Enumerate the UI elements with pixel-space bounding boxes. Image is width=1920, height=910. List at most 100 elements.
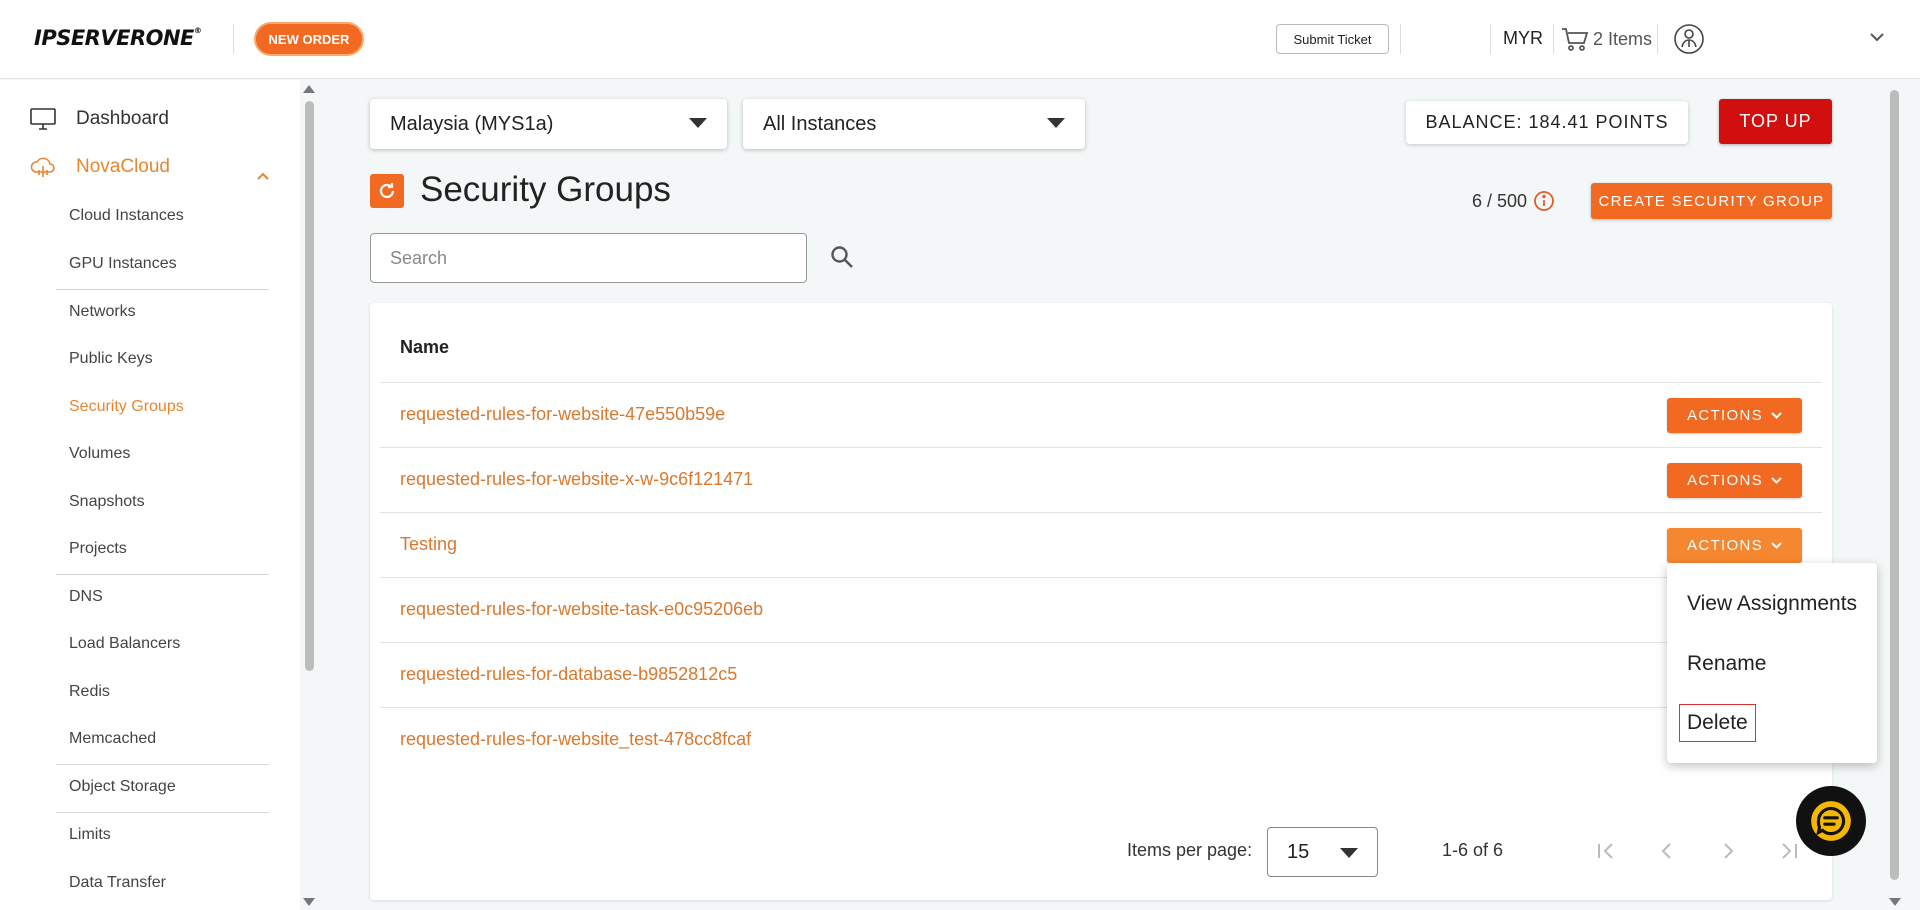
- quota-value: 6 / 500: [1472, 190, 1528, 211]
- quota-display: 6 / 500: [1472, 190, 1555, 212]
- chat-icon: [1811, 801, 1851, 841]
- items-per-page-value: 15: [1287, 840, 1310, 863]
- monitor-icon: [30, 108, 56, 130]
- sidebar-item-dashboard[interactable]: Dashboard: [30, 108, 169, 130]
- actions-label: ACTIONS: [1687, 472, 1763, 489]
- page-scroll-thumb[interactable]: [1890, 90, 1899, 880]
- row-divider: [380, 447, 1822, 448]
- sidebar-item-volumes[interactable]: Volumes: [69, 445, 130, 463]
- previous-page-icon[interactable]: [1654, 838, 1680, 864]
- caret-down-icon: [1047, 118, 1065, 128]
- sidebar: Dashboard NovaCloud Cloud Instances GPU …: [0, 80, 300, 910]
- security-group-link[interactable]: requested-rules-for-website-x-w-9c6f1214…: [400, 469, 753, 490]
- row-divider: [380, 512, 1822, 513]
- sidebar-item-snapshots[interactable]: Snapshots: [69, 493, 145, 511]
- cart-icon: [1562, 28, 1589, 51]
- security-group-link[interactable]: requested-rules-for-website-47e550b59e: [400, 404, 725, 425]
- refresh-icon: [379, 183, 395, 199]
- sidebar-item-cloud-instances[interactable]: Cloud Instances: [69, 207, 184, 225]
- actions-button[interactable]: ACTIONS: [1667, 528, 1802, 563]
- sidebar-item-label: Dashboard: [76, 108, 169, 129]
- cart-button[interactable]: 2 Items: [1561, 26, 1652, 52]
- search-icon[interactable]: [829, 244, 855, 270]
- sidebar-item-data-transfer[interactable]: Data Transfer: [69, 874, 166, 892]
- sidebar-divider: [56, 574, 269, 575]
- cart-label: 2 Items: [1593, 28, 1653, 49]
- chevron-down-icon: [1771, 541, 1782, 549]
- scroll-up-arrow-icon[interactable]: [303, 85, 315, 93]
- column-header-name: Name: [400, 337, 450, 357]
- menu-item-view-assignments[interactable]: View Assignments: [1687, 592, 1857, 616]
- chat-button[interactable]: [1796, 786, 1866, 856]
- pagination-range: 1-6 of 6: [1442, 840, 1504, 860]
- info-icon[interactable]: [1533, 190, 1555, 212]
- first-page-icon[interactable]: [1593, 838, 1619, 864]
- currency-selector[interactable]: MYR: [1503, 28, 1543, 49]
- last-page-icon[interactable]: [1776, 838, 1802, 864]
- actions-button[interactable]: ACTIONS: [1667, 463, 1802, 498]
- sidebar-item-security-groups[interactable]: Security Groups: [69, 398, 184, 416]
- sidebar-divider: [56, 812, 269, 813]
- header-divider: [1657, 24, 1658, 54]
- security-group-link[interactable]: requested-rules-for-website-task-e0c9520…: [400, 599, 763, 620]
- next-page-icon[interactable]: [1715, 838, 1741, 864]
- page-title: Security Groups: [420, 170, 671, 209]
- items-per-page-select[interactable]: 15: [1267, 827, 1378, 877]
- menu-item-rename[interactable]: Rename: [1687, 652, 1766, 676]
- chevron-down-icon[interactable]: [1870, 32, 1884, 42]
- row-divider: [380, 382, 1822, 383]
- scroll-down-arrow-icon[interactable]: [303, 898, 315, 906]
- region-value: Malaysia (MYS1a): [390, 112, 554, 135]
- sidebar-item-networks[interactable]: Networks: [69, 303, 136, 321]
- caret-down-icon: [689, 118, 707, 128]
- header-divider: [233, 24, 234, 54]
- row-divider: [380, 577, 1822, 578]
- sidebar-item-load-balancers[interactable]: Load Balancers: [69, 635, 180, 653]
- sidebar-item-public-keys[interactable]: Public Keys: [69, 350, 153, 368]
- security-group-link[interactable]: Testing: [400, 534, 457, 555]
- header-divider: [1490, 24, 1491, 54]
- instances-dropdown[interactable]: All Instances: [743, 99, 1085, 149]
- header-divider: [1400, 24, 1401, 54]
- actions-button[interactable]: ACTIONS: [1667, 398, 1802, 433]
- caret-down-icon: [1340, 848, 1358, 858]
- header-divider: [1553, 24, 1554, 54]
- top-up-button[interactable]: TOP UP: [1719, 99, 1832, 144]
- cloud-icon: [30, 157, 55, 177]
- search-input[interactable]: [370, 233, 807, 283]
- sidebar-item-dns[interactable]: DNS: [69, 588, 103, 606]
- sidebar-item-novacloud[interactable]: NovaCloud: [30, 156, 170, 178]
- sidebar-item-object-storage[interactable]: Object Storage: [69, 778, 176, 796]
- sidebar-item-redis[interactable]: Redis: [69, 683, 110, 701]
- chevron-down-icon: [1771, 411, 1782, 419]
- security-group-link[interactable]: requested-rules-for-website_test-478cc8f…: [400, 729, 751, 750]
- refresh-button[interactable]: [370, 174, 404, 208]
- sidebar-divider: [56, 289, 269, 290]
- sidebar-item-projects[interactable]: Projects: [69, 540, 127, 558]
- sidebar-divider: [56, 764, 269, 765]
- sidebar-item-limits[interactable]: Limits: [69, 826, 111, 844]
- balance-display: BALANCE: 184.41 POINTS: [1406, 101, 1688, 144]
- actions-menu: View Assignments Rename Delete: [1667, 563, 1877, 763]
- new-order-button[interactable]: NEW ORDER: [254, 22, 364, 56]
- logo[interactable]: IPSERVERONE®: [34, 26, 202, 50]
- sidebar-scroll-thumb[interactable]: [305, 101, 314, 671]
- sidebar-item-memcached[interactable]: Memcached: [69, 730, 156, 748]
- security-group-link[interactable]: requested-rules-for-database-b9852812c5: [400, 664, 737, 685]
- top-header: IPSERVERONE® NEW ORDER Submit Ticket MYR…: [0, 0, 1920, 79]
- submit-ticket-button[interactable]: Submit Ticket: [1276, 24, 1389, 54]
- chevron-up-icon[interactable]: [257, 172, 269, 180]
- create-security-group-button[interactable]: CREATE SECURITY GROUP: [1591, 183, 1832, 219]
- sidebar-item-gpu-instances[interactable]: GPU Instances: [69, 255, 177, 273]
- sidebar-item-label: NovaCloud: [76, 156, 170, 177]
- row-divider: [380, 707, 1822, 708]
- instances-value: All Instances: [763, 112, 877, 135]
- region-dropdown[interactable]: Malaysia (MYS1a): [370, 99, 727, 149]
- user-avatar-icon[interactable]: [1673, 23, 1705, 55]
- row-divider: [380, 642, 1822, 643]
- actions-label: ACTIONS: [1687, 407, 1763, 424]
- items-per-page-label: Items per page:: [1127, 840, 1253, 860]
- chevron-down-icon: [1771, 476, 1782, 484]
- menu-item-delete[interactable]: Delete: [1679, 704, 1756, 742]
- scroll-down-arrow-icon[interactable]: [1889, 898, 1901, 906]
